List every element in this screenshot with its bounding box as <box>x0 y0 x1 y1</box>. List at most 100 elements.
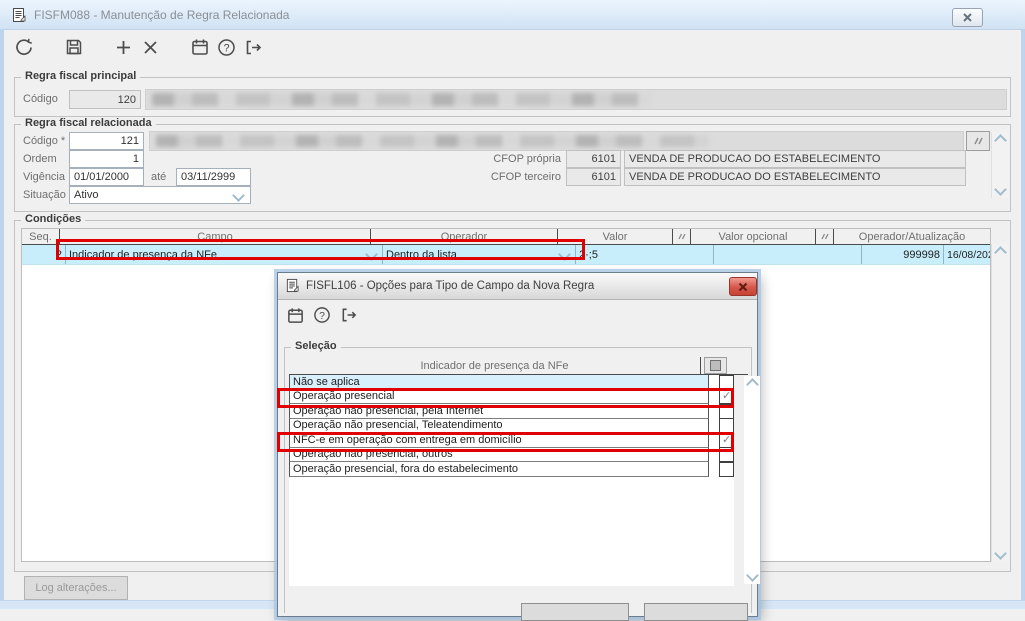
add-icon[interactable] <box>114 38 132 56</box>
window-title: FISFM088 - Manutenção de Regra Relaciona… <box>34 8 290 22</box>
group-title: Regra fiscal principal <box>21 70 141 82</box>
options-scrollbar[interactable] <box>744 376 760 584</box>
help-icon[interactable]: ? <box>312 305 332 325</box>
header-seq[interactable]: Seq. <box>22 229 60 244</box>
window-border-right <box>1021 0 1025 609</box>
option-checkbox[interactable] <box>719 374 734 390</box>
option-label[interactable]: Operação presencial <box>289 389 710 404</box>
chevron-down-icon <box>232 188 246 202</box>
cell-valor[interactable]: 2·;5 <box>576 245 714 264</box>
save-icon[interactable] <box>63 36 85 58</box>
group-title: Regra fiscal relacionada <box>21 117 156 129</box>
condition-row[interactable]: 2 Indicador de presença da NFe Dentro da… <box>22 245 990 265</box>
option-label[interactable]: Operação não presencial, pela Internet <box>289 404 710 419</box>
header-valor[interactable]: Valor <box>558 229 673 244</box>
log-alteracoes-button[interactable]: Log alterações... <box>24 576 128 600</box>
option-checkbox[interactable] <box>719 403 734 419</box>
scroll-down-icon[interactable] <box>994 183 1007 196</box>
cell-operador-select[interactable]: Dentro da lista <box>383 245 576 264</box>
option-row[interactable]: Operação não presencial, pela Internet <box>289 403 734 419</box>
checkbox-icon <box>710 360 721 371</box>
header-valor-opcional[interactable]: Valor opcional <box>691 229 816 244</box>
option-row[interactable]: Operação não presencial, outros <box>289 447 734 463</box>
option-label[interactable]: NFC-e em operação com entrega em domicíl… <box>289 433 710 448</box>
ordem-field[interactable]: 1 <box>69 150 144 168</box>
group-selecao: Seleção Indicador de presença da NFe Não… <box>284 340 760 613</box>
dialog-title: FISFL106 - Opções para Tipo de Campo da … <box>306 280 595 292</box>
option-label[interactable]: Operação presencial, fora do estabelecim… <box>289 462 710 477</box>
situacao-value: Ativo <box>74 189 99 201</box>
cell-atualizacao: 16/08/2021 08:42:03 <box>947 248 990 261</box>
codigo-principal-label: Código <box>23 93 58 105</box>
vigencia-label: Vigência <box>23 171 65 183</box>
scroll-up-icon[interactable] <box>745 378 759 391</box>
chevron-down-icon <box>365 248 379 261</box>
option-row[interactable]: Operação presencial ✓ <box>289 389 734 405</box>
option-row[interactable]: Operação presencial, fora do estabelecim… <box>289 461 734 477</box>
document-icon <box>11 7 27 23</box>
dialog-toolbar: ? <box>278 300 757 332</box>
delete-icon[interactable] <box>141 38 159 56</box>
scroll-down-icon[interactable] <box>745 569 759 582</box>
exit-icon[interactable] <box>339 305 359 325</box>
svg-text:?: ? <box>319 311 325 322</box>
option-checkbox[interactable] <box>719 447 734 463</box>
redacted-text <box>152 93 651 106</box>
dialog-ok-button[interactable] <box>521 603 629 621</box>
option-checkbox[interactable]: ✓ <box>719 389 734 405</box>
options-header-label[interactable]: Indicador de presença da NFe <box>289 357 701 374</box>
relacionada-scrollbar[interactable] <box>991 132 1009 198</box>
refresh-icon[interactable] <box>13 36 35 58</box>
group-regra-fiscal-relacionada: Regra fiscal relacionada Código * 121 Or… <box>14 117 1011 212</box>
valor-opcional-lookup-icon[interactable] <box>816 229 834 244</box>
condicoes-scrollbar[interactable] <box>991 244 1009 562</box>
close-button[interactable] <box>952 8 983 27</box>
option-label[interactable]: Não se aplica <box>289 375 710 390</box>
dialog-titlebar: FISFL106 - Opções para Tipo de Campo da … <box>278 273 757 300</box>
codigo-principal-field: 120 <box>69 90 141 109</box>
operador-value: Dentro da lista <box>386 248 457 261</box>
options-list-body: Não se aplica Operação presencial ✓ Oper… <box>289 374 734 586</box>
scroll-down-icon[interactable] <box>994 547 1007 560</box>
ate-label: até <box>151 171 167 183</box>
option-label[interactable]: Operação não presencial, outros <box>289 447 710 462</box>
header-operador[interactable]: Operador <box>371 229 558 244</box>
vigencia-start-field[interactable]: 01/01/2000 <box>69 168 144 186</box>
calendar-icon[interactable] <box>285 305 305 325</box>
cfop-terceiro-label: CFOP terceiro <box>490 171 561 183</box>
scroll-up-icon[interactable] <box>994 134 1007 147</box>
campo-value: Indicador de presença da NFe <box>69 248 217 261</box>
dialog-fisfl106: FISFL106 - Opções para Tipo de Campo da … <box>277 272 760 621</box>
cell-valor-opcional[interactable] <box>714 245 862 264</box>
valor-lookup-icon[interactable] <box>673 229 691 244</box>
cfop-terceiro-desc-field: VENDA DE PRODUCAO DO ESTABELECIMENTO <box>624 168 966 186</box>
cfop-propria-label: CFOP própria <box>493 153 561 165</box>
cell-campo-select[interactable]: Indicador de presença da NFe <box>66 245 383 264</box>
vigencia-end-field[interactable]: 03/11/2999 <box>176 168 251 186</box>
redacted-rule-name-field <box>149 131 964 151</box>
option-row[interactable]: NFC-e em operação com entrega em domicíl… <box>289 432 734 448</box>
option-checkbox[interactable] <box>719 461 734 477</box>
cfop-propria-code-field: 6101 <box>566 150 621 168</box>
svg-text:?: ? <box>223 42 229 54</box>
exit-icon[interactable] <box>243 37 263 57</box>
codigo-relacionada-label: Código * <box>23 135 66 147</box>
dialog-close-button[interactable] <box>729 277 757 296</box>
header-operador-atualizacao[interactable]: Operador/Atualização <box>834 229 990 244</box>
option-label[interactable]: Operação não presencial, Teleatendimento <box>289 418 710 433</box>
scroll-up-icon[interactable] <box>994 246 1007 259</box>
help-icon[interactable]: ? <box>216 37 236 57</box>
dialog-cancel-button[interactable] <box>644 603 748 621</box>
situacao-select[interactable]: Ativo <box>69 186 251 204</box>
codigo-relacionada-field[interactable]: 121 <box>69 132 144 150</box>
option-row[interactable]: Operação não presencial, Teleatendimento <box>289 418 734 434</box>
option-row[interactable]: Não se aplica <box>289 374 734 390</box>
condicoes-table-body: 2 Indicador de presença da NFe Dentro da… <box>22 245 990 265</box>
header-campo[interactable]: Campo <box>60 229 371 244</box>
lookup-icon[interactable] <box>966 131 990 151</box>
option-checkbox[interactable]: ✓ <box>719 432 734 448</box>
cfop-propria-desc-field: VENDA DE PRODUCAO DO ESTABELECIMENTO <box>624 150 966 168</box>
option-checkbox[interactable] <box>719 418 734 434</box>
select-all-checkbox-button[interactable] <box>704 357 727 374</box>
calendar-icon[interactable] <box>189 36 210 57</box>
